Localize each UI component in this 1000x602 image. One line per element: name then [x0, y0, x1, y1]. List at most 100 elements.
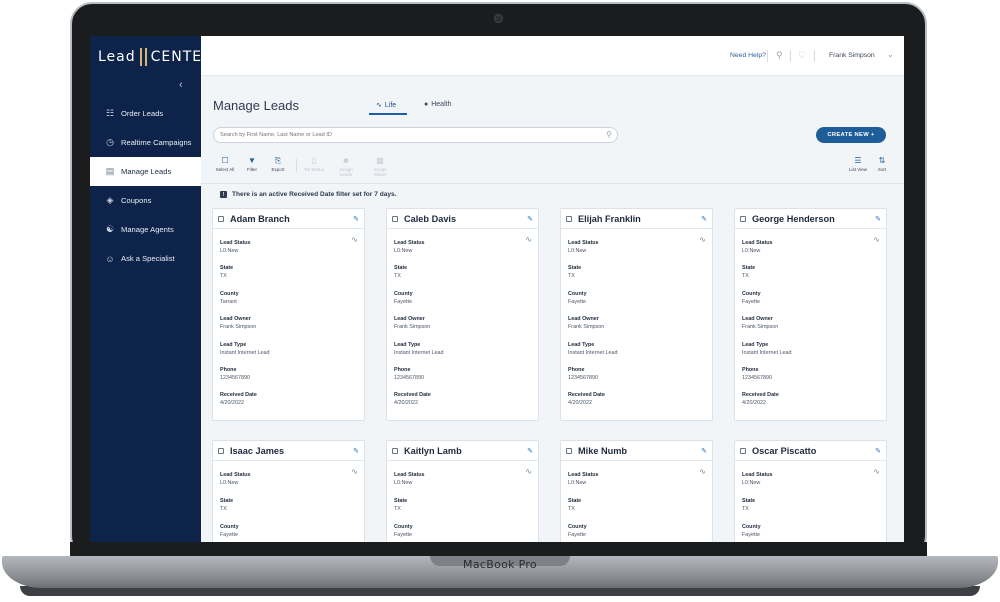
sidebar-item-coupons[interactable]: ◈ Coupons — [90, 186, 201, 215]
field-label: Phone — [220, 367, 237, 373]
field-value: 4/20/2022 — [568, 400, 592, 406]
lead-name[interactable]: Elijah Franklin — [578, 214, 695, 224]
page-title: Manage Leads — [213, 98, 300, 113]
assign-status-button[interactable]: ▩ Assign Status — [368, 156, 392, 177]
sidebar-item-manage-leads[interactable]: ▤ Manage Leads — [90, 157, 201, 186]
tool-label: Export — [271, 167, 285, 172]
select-checkbox[interactable] — [740, 447, 746, 454]
edit-icon[interactable]: ✎ — [353, 215, 359, 223]
tab-life[interactable]: ∿ Life — [376, 101, 396, 110]
sidebar: Lead CENTER ‹ ☷ Order Leads ◷ Realtime C… — [90, 36, 212, 542]
search-icon[interactable]: ⚲ — [606, 130, 612, 139]
sidebar-item-realtime-campaigns[interactable]: ◷ Realtime Campaigns — [90, 128, 201, 157]
sidebar-item-ask-specialist[interactable]: ☺ Ask a Specialist — [90, 244, 201, 273]
field-label: Lead Status — [394, 472, 425, 478]
bell-icon[interactable]: ♡ — [798, 50, 806, 61]
select-checkbox[interactable] — [566, 215, 572, 222]
export-button[interactable]: ⎘ Export — [266, 156, 290, 172]
leads-card-icon: ▤ — [105, 166, 115, 176]
field-county: County Fayette — [220, 524, 239, 538]
field-county: County Fayette — [742, 291, 761, 305]
field-label: Lead Status — [220, 240, 251, 246]
tab-label: Health — [431, 101, 452, 108]
lead-name[interactable]: Kaitlyn Lamb — [404, 446, 521, 456]
brand-logo[interactable]: Lead CENTER — [98, 48, 213, 66]
chevron-down-icon[interactable]: ⌄ — [887, 50, 894, 59]
lead-card[interactable]: George Henderson ✎ ∿ Lead Status L0:New S… — [734, 208, 887, 421]
tab-health[interactable]: ● Health — [424, 101, 451, 108]
card-header: Mike Numb ✎ — [561, 441, 712, 461]
main-content: Manage Leads ∿ Life ● Health ⚲ CREATE NE… — [201, 76, 904, 542]
sort-button[interactable]: ⇅ Sort — [870, 156, 894, 172]
lead-name[interactable]: Mike Numb — [578, 446, 695, 456]
lead-card[interactable]: Kaitlyn Lamb ✎ ∿ Lead Status L0:New State… — [386, 440, 539, 542]
select-checkbox[interactable] — [218, 215, 224, 222]
field-value: Fayette — [742, 532, 760, 538]
select-checkbox[interactable] — [740, 215, 746, 222]
lead-card[interactable]: Isaac James ✎ ∿ Lead Status L0:New State T… — [212, 440, 365, 542]
edit-icon[interactable]: ✎ — [875, 447, 881, 455]
divider — [814, 50, 815, 62]
lead-card[interactable]: Oscar Piscatto ✎ ∿ Lead Status L0:New Sta… — [734, 440, 887, 542]
lead-name[interactable]: Adam Branch — [230, 214, 347, 224]
create-new-button[interactable]: CREATE NEW + — [816, 127, 886, 143]
field-owner: Lead Owner Frank Simpson — [220, 316, 256, 330]
field-value: 1234567890 — [394, 375, 424, 381]
lead-card[interactable]: Caleb Davis ✎ ∿ Lead Status L0:New State T… — [386, 208, 539, 421]
edit-icon[interactable]: ✎ — [353, 447, 359, 455]
search-box: ⚲ — [213, 127, 618, 143]
search-input[interactable] — [220, 130, 600, 140]
lead-card[interactable]: Elijah Franklin ✎ ∿ Lead Status L0:New St… — [560, 208, 713, 421]
select-all-button[interactable]: ☐ Select All — [213, 156, 237, 172]
collapse-sidebar-icon[interactable]: ‹ — [179, 79, 183, 91]
edit-icon[interactable]: ✎ — [701, 215, 707, 223]
field-value: L0:New — [394, 480, 413, 486]
brand-left: Lead — [98, 49, 136, 65]
field-value: 1234567890 — [220, 375, 250, 381]
lead-name[interactable]: Oscar Piscatto — [752, 446, 869, 456]
field-value: 4/20/2022 — [220, 400, 244, 406]
field-county: County Fayette — [394, 291, 413, 305]
logo-mark — [139, 48, 147, 66]
assign-leads-button[interactable]: ☻ Assign Leads — [334, 156, 358, 177]
lead-name[interactable]: Caleb Davis — [404, 214, 521, 224]
field-label: State — [220, 265, 234, 271]
field-owner: Lead Owner Frank Simpson — [742, 316, 778, 330]
card-header: Kaitlyn Lamb ✎ — [387, 441, 538, 461]
field-value: 1234567890 — [568, 375, 598, 381]
sidebar-item-manage-agents[interactable]: ☯ Manage Agents — [90, 215, 201, 244]
field-state: State TX — [742, 498, 755, 512]
field-label: Lead Owner — [220, 316, 251, 322]
tie-status-button[interactable]: ▯ Tie Status — [302, 156, 326, 172]
edit-icon[interactable]: ✎ — [527, 215, 533, 223]
field-state: State TX — [568, 498, 581, 512]
edit-icon[interactable]: ✎ — [527, 447, 533, 455]
lead-card[interactable]: Mike Numb ✎ ∿ Lead Status L0:New State TX … — [560, 440, 713, 542]
card-header: Caleb Davis ✎ — [387, 209, 538, 229]
select-checkbox[interactable] — [218, 447, 224, 454]
sidebar-item-label: Coupons — [121, 196, 152, 205]
field-value: TX — [742, 506, 749, 512]
lead-name[interactable]: George Henderson — [752, 214, 869, 224]
list-view-button[interactable]: ☰ List View — [846, 156, 870, 172]
status-icon: ▩ — [376, 156, 384, 165]
cart-icon[interactable]: ⚲ — [776, 50, 783, 61]
select-checkbox[interactable] — [392, 447, 398, 454]
edit-icon[interactable]: ✎ — [701, 447, 707, 455]
help-link[interactable]: Need Help? — [730, 52, 766, 59]
lead-card[interactable]: Adam Branch ✎ ∿ Lead Status L0:New State T… — [212, 208, 365, 421]
toolbar-divider — [296, 159, 297, 172]
field-received: Received Date 4/20/2022 — [742, 392, 779, 406]
user-name[interactable]: Frank Simpson — [829, 52, 875, 59]
edit-icon[interactable]: ✎ — [875, 215, 881, 223]
field-type: Lead Type Instant Internet Lead — [220, 342, 269, 356]
heartbeat-icon: ∿ — [351, 235, 358, 244]
select-checkbox[interactable] — [566, 447, 572, 454]
field-value: 4/20/2022 — [394, 400, 418, 406]
lead-name[interactable]: Isaac James — [230, 446, 347, 456]
filter-button[interactable]: ▼ Filter — [240, 156, 264, 172]
field-state: State TX — [394, 498, 407, 512]
select-checkbox[interactable] — [392, 215, 398, 222]
field-value: L0:New — [742, 248, 761, 254]
sidebar-item-order-leads[interactable]: ☷ Order Leads — [90, 99, 201, 128]
